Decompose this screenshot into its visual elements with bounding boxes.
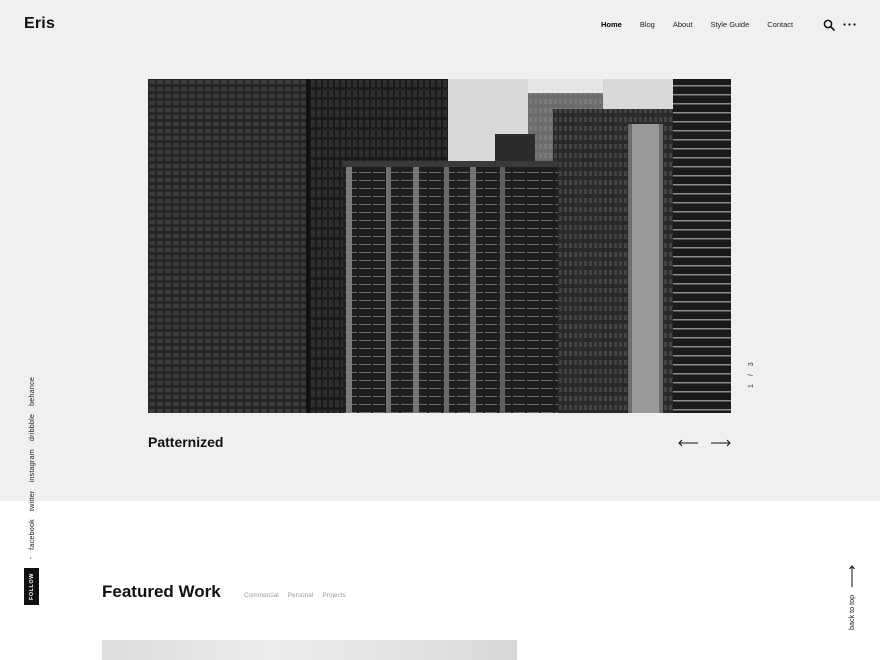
filter-projects[interactable]: Projects	[322, 592, 345, 599]
social-divider: -	[28, 556, 35, 560]
main-nav: Home Blog About Style Guide Contact	[601, 20, 811, 29]
back-to-top-label: back to top	[847, 594, 856, 630]
filter-commercial[interactable]: Commercial	[244, 592, 279, 599]
social-link-twitter[interactable]: twitter	[27, 490, 36, 511]
nav-contact[interactable]: Contact	[767, 20, 793, 29]
next-arrow-icon[interactable]	[711, 438, 731, 448]
arrow-right-icon	[848, 565, 855, 587]
social-link-dribbble[interactable]: dribbble	[27, 414, 36, 441]
slide-counter-separator: /	[748, 373, 755, 377]
slide-counter: 1 / 3	[748, 359, 755, 390]
social-follow-bar: FOLLOW - facebook twitter instagram drib…	[24, 377, 39, 605]
nav-style-guide[interactable]: Style Guide	[710, 20, 749, 29]
nav-blog[interactable]: Blog	[640, 20, 655, 29]
social-link-instagram[interactable]: instagram	[27, 449, 36, 482]
filter-personal[interactable]: Personal	[288, 592, 314, 599]
nav-about[interactable]: About	[673, 20, 693, 29]
follow-label: FOLLOW	[24, 568, 39, 605]
nav-home[interactable]: Home	[601, 20, 622, 29]
site-logo[interactable]: Eris	[24, 15, 55, 33]
search-icon[interactable]	[823, 19, 835, 31]
hero-slide-image	[148, 79, 731, 413]
featured-work-thumbnail[interactable]	[102, 640, 517, 660]
social-link-facebook[interactable]: facebook	[27, 519, 36, 550]
slide-counter-current: 1	[748, 383, 755, 388]
featured-filters: Commercial Personal Projects	[244, 592, 355, 599]
more-dots-icon[interactable]	[843, 22, 856, 27]
slide-counter-total: 3	[748, 361, 755, 367]
prev-arrow-icon[interactable]	[678, 438, 698, 448]
slide-title[interactable]: Patternized	[148, 434, 223, 450]
social-link-behance[interactable]: behance	[27, 377, 36, 406]
back-to-top-link[interactable]: back to top	[847, 565, 856, 630]
featured-work-heading: Featured Work	[102, 582, 221, 601]
